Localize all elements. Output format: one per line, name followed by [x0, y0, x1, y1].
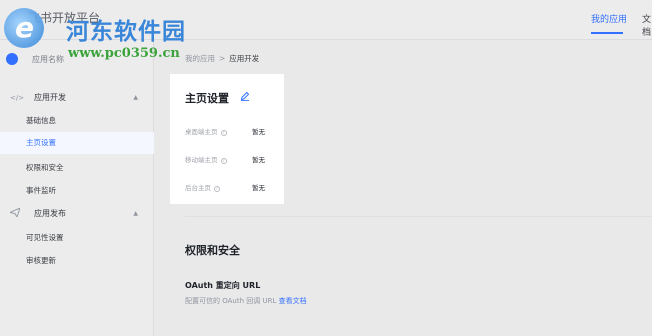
code-icon: </> [10, 93, 25, 102]
send-icon [8, 207, 22, 219]
breadcrumb-root[interactable]: 我的应用 [185, 54, 215, 63]
homepage-settings-card: 主页设置 桌面端主页? 暂无 移动端主页? 暂无 后台主页? 暂无 [170, 74, 284, 204]
sidebar-item-basic-info[interactable]: 基础信息 [26, 115, 56, 126]
mobile-homepage-value: 暂无 [252, 156, 265, 164]
desktop-homepage-label: 桌面端主页? [185, 128, 227, 136]
admin-homepage-value: 暂无 [252, 184, 265, 192]
sidebar-item-homepage[interactable]: 主页设置 [0, 132, 154, 154]
oauth-redirect-description: 配置可信的 OAuth 回调 URL 查看文档 [185, 297, 307, 305]
sidebar-item-visibility[interactable]: 可见性设置 [26, 232, 64, 243]
chevron-up-icon: ▲ [133, 94, 138, 101]
view-docs-link[interactable]: 查看文档 [279, 297, 307, 305]
oauth-redirect-title: OAuth 重定向 URL [185, 281, 261, 290]
tab-docs[interactable]: 文档 [642, 12, 652, 38]
sidebar-item-events[interactable]: 事件监听 [26, 185, 56, 196]
active-tab-indicator [591, 32, 623, 34]
chevron-up-icon: ▲ [133, 210, 138, 217]
breadcrumb: 我的应用 > 应用开发 [185, 53, 259, 64]
help-icon[interactable]: ? [214, 186, 220, 192]
sidebar-group-release[interactable]: 应用发布 ▲ [8, 207, 138, 219]
tab-my-apps[interactable]: 我的应用 [591, 12, 627, 25]
sidebar-group-label: 应用开发 [34, 93, 66, 102]
sidebar-item-permissions[interactable]: 权限和安全 [26, 162, 64, 173]
help-icon[interactable]: ? [220, 158, 227, 164]
breadcrumb-separator: > [219, 54, 226, 63]
breadcrumb-current: 应用开发 [229, 54, 260, 63]
app-selector[interactable]: 应用名称 [6, 53, 64, 65]
sidebar-group-dev[interactable]: </> 应用开发 ▲ [10, 92, 138, 103]
help-icon[interactable]: ? [220, 130, 227, 136]
admin-homepage-label: 后台主页? [185, 184, 220, 192]
mobile-homepage-label: 移动端主页? [185, 156, 227, 164]
edit-icon[interactable] [240, 91, 250, 101]
security-section-title: 权限和安全 [185, 244, 240, 257]
desktop-homepage-value: 暂无 [252, 128, 265, 136]
app-avatar [6, 53, 18, 65]
watermark-title: 河东软件园 [66, 19, 186, 45]
app-name: 应用名称 [32, 54, 64, 64]
page-title: 主页设置 [185, 92, 229, 105]
sidebar: 应用名称 </> 应用开发 ▲ 基础信息 主页设置 权限和安全 事件监听 应用发… [0, 40, 154, 336]
sidebar-item-review[interactable]: 审核更新 [26, 255, 56, 266]
watermark-logo [4, 8, 44, 48]
sidebar-group-label: 应用发布 [34, 209, 66, 218]
watermark-url: www.pc0359.cn [68, 46, 180, 61]
section-divider [185, 216, 652, 217]
